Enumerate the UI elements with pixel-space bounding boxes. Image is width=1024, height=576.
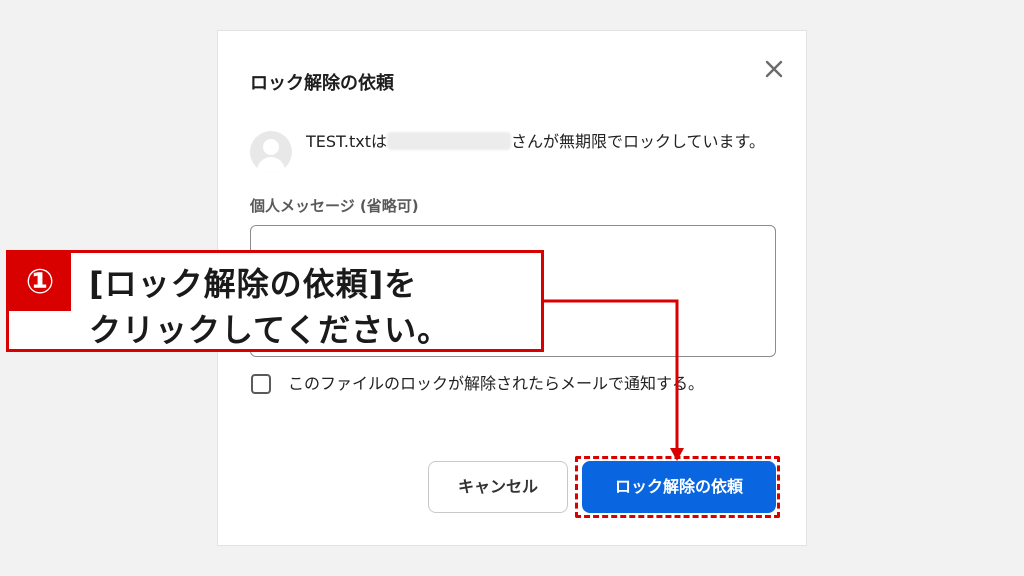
- request-unlock-button[interactable]: ロック解除の依頼: [582, 461, 776, 513]
- lock-status-message: TEST.txtは さんが無期限でロックしています。: [306, 129, 766, 155]
- cancel-button[interactable]: キャンセル: [428, 461, 568, 513]
- dialog-title: ロック解除の依頼: [250, 73, 394, 94]
- redacted-user-name: [387, 132, 512, 150]
- lock-message-prefix: TEST.txtは: [306, 132, 388, 151]
- close-icon: [765, 60, 783, 78]
- step-badge: ①: [9, 253, 71, 311]
- notify-checkbox[interactable]: [251, 374, 271, 394]
- avatar-head: [263, 139, 279, 155]
- close-button[interactable]: [762, 57, 786, 81]
- instruction-callout: ① [ロック解除の依頼]を クリックしてください。: [6, 250, 544, 352]
- avatar: [250, 131, 292, 173]
- notify-label: このファイルのロックが解除されたらメールで通知する。: [288, 374, 705, 393]
- instruction-line-1: [ロック解除の依頼]を: [89, 265, 418, 303]
- avatar-body: [257, 157, 285, 173]
- screen: ロック解除の依頼 TEST.txtは さんが無期限でロックしています。 個人メッセ…: [0, 0, 1024, 576]
- instruction-line-2: クリックしてください。: [89, 311, 451, 349]
- lock-message-suffix: さんが無期限でロックしています。: [511, 132, 765, 151]
- message-label: 個人メッセージ (省略可): [250, 197, 419, 215]
